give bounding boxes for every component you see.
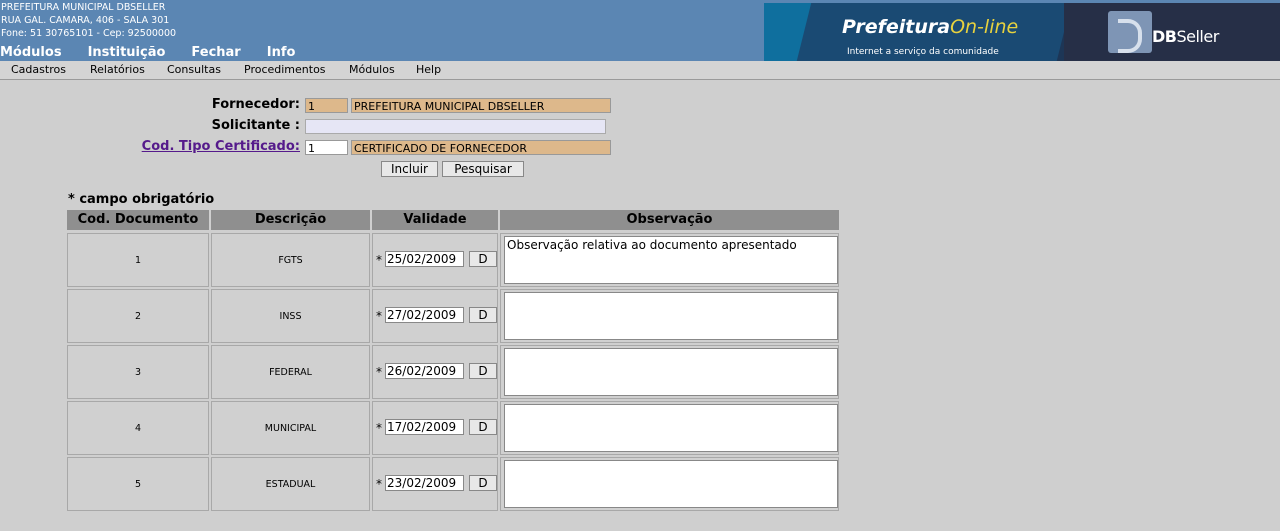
cell-cod-documento: 5	[67, 457, 209, 511]
required-field-note: * campo obrigatório	[68, 192, 215, 207]
table-row: 1 FGTS * 25/02/2009 D Observação relativ…	[67, 233, 839, 287]
required-star: *	[376, 309, 382, 323]
menu-relatorios[interactable]: Relatórios	[90, 63, 145, 76]
date-picker-button[interactable]: D	[469, 419, 497, 435]
tipo-certificado-code-field[interactable]: 1	[305, 140, 348, 155]
incluir-button[interactable]: Incluir	[381, 161, 438, 177]
logo-block: PrefeituraOn-line Internet a serviço da …	[764, 3, 1280, 61]
fornecedor-code-field[interactable]: 1	[305, 98, 348, 113]
tipo-certificado-name-field[interactable]: CERTIFICADO DE FORNECEDOR	[351, 140, 611, 155]
top-menu: Módulos Instituição Fechar Info	[0, 45, 321, 60]
validade-date-field[interactable]: 25/02/2009	[385, 251, 464, 267]
required-star: *	[376, 253, 382, 267]
top-menu-instituicao[interactable]: Instituição	[88, 45, 166, 60]
fornecedor-name-field[interactable]: PREFEITURA MUNICIPAL DBSELLER	[351, 98, 611, 113]
logo-tagline: Internet a serviço da comunidade	[847, 47, 999, 57]
prefeitura-online-logo: PrefeituraOn-line	[842, 16, 1018, 38]
cell-cod-documento: 1	[67, 233, 209, 287]
observacao-textarea[interactable]: Observação relativa ao documento apresen…	[504, 236, 838, 284]
top-menu-modulos[interactable]: Módulos	[0, 45, 62, 60]
validade-date-field[interactable]: 23/02/2009	[385, 475, 464, 491]
logo-accent-text: On-line	[950, 16, 1019, 38]
brand-seller: Seller	[1176, 27, 1219, 46]
dbseller-logo-text: DBSeller	[1152, 27, 1219, 46]
table-row: 4 MUNICIPAL * 17/02/2009 D	[67, 401, 839, 455]
brand-db: DB	[1152, 27, 1177, 46]
menu-help[interactable]: Help	[416, 63, 441, 76]
observacao-textarea[interactable]	[504, 460, 838, 508]
solicitante-field[interactable]	[305, 119, 606, 134]
cell-descricao-documento: MUNICIPAL	[211, 401, 370, 455]
logo-main-text: Prefeitura	[842, 16, 951, 38]
cell-descricao-documento: INSS	[211, 289, 370, 343]
header-descricao-documento: Descrição Documento	[211, 210, 370, 247]
cell-cod-documento: 2	[67, 289, 209, 343]
required-star: *	[376, 365, 382, 379]
top-menu-fechar[interactable]: Fechar	[191, 45, 240, 60]
header-observacao: Observação	[500, 210, 839, 230]
required-star: *	[376, 477, 382, 491]
header-validade: Validade	[372, 210, 498, 230]
table-row: 3 FEDERAL * 26/02/2009 D	[67, 345, 839, 399]
date-picker-button[interactable]: D	[469, 475, 497, 491]
org-contact: Fone: 51 30765101 - Cep: 92500000	[1, 28, 177, 39]
menubar: Cadastros Relatórios Consultas Procedime…	[0, 61, 1280, 80]
cell-descricao-documento: FGTS	[211, 233, 370, 287]
cell-descricao-documento: FEDERAL	[211, 345, 370, 399]
menu-consultas[interactable]: Consultas	[167, 63, 221, 76]
menu-procedimentos[interactable]: Procedimentos	[244, 63, 326, 76]
observacao-textarea[interactable]	[504, 404, 838, 452]
tipo-certificado-link[interactable]: Cod. Tipo Certificado:	[100, 139, 300, 154]
observacao-textarea[interactable]	[504, 348, 838, 396]
solicitante-label: Solicitante :	[211, 118, 300, 133]
table-row: 5 ESTADUAL * 23/02/2009 D	[67, 457, 839, 511]
date-picker-button[interactable]: D	[469, 307, 497, 323]
validade-date-field[interactable]: 26/02/2009	[385, 363, 464, 379]
org-address: RUA GAL. CAMARA, 406 - SALA 301	[1, 15, 170, 26]
observacao-textarea[interactable]	[504, 292, 838, 340]
table-row: 2 INSS * 27/02/2009 D	[67, 289, 839, 343]
fornecedor-label: Fornecedor:	[211, 97, 300, 112]
header-cod-documento: Cod. Documento	[67, 210, 209, 230]
org-info: PREFEITURA MUNICIPAL DBSELLER RUA GAL. C…	[1, 1, 176, 40]
validade-date-field[interactable]: 17/02/2009	[385, 419, 464, 435]
org-name: PREFEITURA MUNICIPAL DBSELLER	[1, 2, 166, 13]
dbseller-logo-icon	[1108, 11, 1152, 53]
pesquisar-button[interactable]: Pesquisar	[442, 161, 524, 177]
date-picker-button[interactable]: D	[469, 363, 497, 379]
cell-cod-documento: 3	[67, 345, 209, 399]
validade-date-field[interactable]: 27/02/2009	[385, 307, 464, 323]
cell-cod-documento: 4	[67, 401, 209, 455]
header-banner: PREFEITURA MUNICIPAL DBSELLER RUA GAL. C…	[0, 0, 1280, 61]
menu-cadastros[interactable]: Cadastros	[11, 63, 66, 76]
menu-modulos[interactable]: Módulos	[349, 63, 395, 76]
date-picker-button[interactable]: D	[469, 251, 497, 267]
cell-descricao-documento: ESTADUAL	[211, 457, 370, 511]
required-star: *	[376, 421, 382, 435]
top-menu-info[interactable]: Info	[267, 45, 296, 60]
